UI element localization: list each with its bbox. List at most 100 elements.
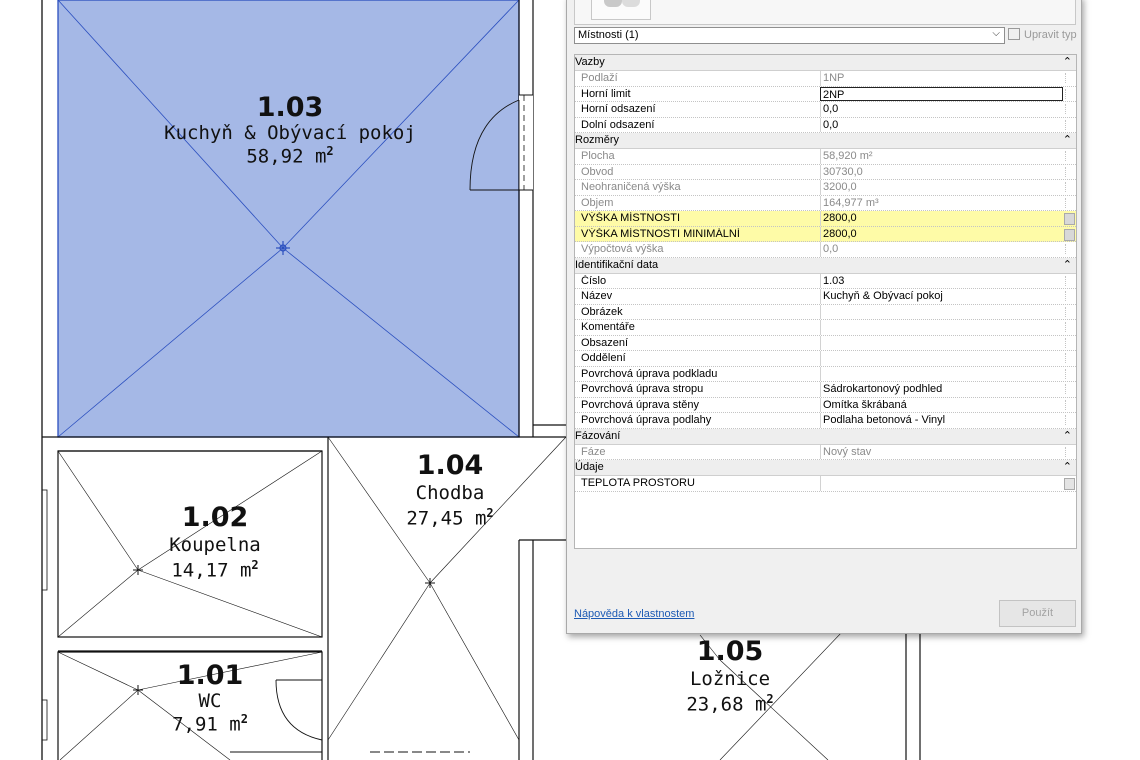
- property-value[interactable]: [820, 366, 1063, 381]
- property-row[interactable]: Povrchová úprava podkladu: [575, 366, 1076, 382]
- property-name: Neohraničená výška: [581, 181, 681, 193]
- room-1-03-shape[interactable]: [57, 0, 520, 438]
- property-row[interactable]: VÝŠKA MÍSTNOSTI MINIMÁLNÍ 2800,0: [575, 226, 1076, 242]
- collapse-icon[interactable]: ⌃: [1063, 133, 1072, 146]
- row-edge-marker: [1065, 197, 1075, 208]
- property-row[interactable]: Oddělení: [575, 351, 1076, 367]
- property-name: Oddělení: [581, 352, 626, 364]
- property-row[interactable]: Horní limit 2NP: [575, 86, 1076, 102]
- property-row[interactable]: Povrchová úprava stěny Omítka škrábaná: [575, 397, 1076, 413]
- room-label-1-03[interactable]: 1.03 Kuchyň & Obývací pokoj 58,92 m2: [160, 92, 420, 168]
- property-value[interactable]: 2800,0: [820, 226, 1063, 241]
- properties-grid[interactable]: Vazby ⌃ Podlaží 1NP Horní limit 2NP Horní odsa…: [574, 54, 1077, 549]
- property-row[interactable]: Název Kuchyň & Obývací pokoj: [575, 289, 1076, 305]
- collapse-icon[interactable]: ⌃: [1063, 55, 1072, 68]
- room-name: Koupelna: [169, 534, 261, 557]
- property-value[interactable]: 2800,0: [820, 211, 1063, 226]
- property-value[interactable]: 0,0: [820, 117, 1063, 132]
- collapse-icon[interactable]: ⌃: [1063, 460, 1072, 473]
- room-label-1-01[interactable]: 1.01 WC 7,91 m2: [150, 660, 270, 736]
- room-area: 23,68 m2: [686, 691, 774, 716]
- property-group-header[interactable]: Údaje ⌃: [575, 460, 1076, 476]
- row-edge-marker: [1065, 415, 1075, 425]
- property-name: Název: [581, 290, 613, 302]
- row-edge-marker: [1065, 399, 1075, 410]
- property-row[interactable]: Povrchová úprava podlahy Podlaha betonová…: [575, 413, 1076, 429]
- row-edge-marker: [1065, 244, 1075, 254]
- element-filter-label: Místnosti (1): [578, 29, 639, 41]
- property-value[interactable]: Podlaha betonová - Vinyl: [820, 413, 1063, 428]
- property-value[interactable]: 1.03: [820, 273, 1063, 288]
- row-edge-marker: [1065, 73, 1075, 83]
- property-name: Obvod: [581, 165, 614, 178]
- property-row[interactable]: Obrázek: [575, 304, 1076, 320]
- room-number: 1.03: [256, 92, 324, 123]
- property-group-header[interactable]: Fázování ⌃: [575, 428, 1076, 445]
- room-name: Ložnice: [689, 668, 771, 691]
- property-name: Objem: [581, 196, 614, 209]
- property-value: Nový stav: [820, 444, 1063, 459]
- property-value[interactable]: [820, 335, 1063, 350]
- property-value[interactable]: Sádrokartonový podhled: [820, 382, 1063, 397]
- property-name: VÝŠKA MÍSTNOSTI MINIMÁLNÍ: [581, 227, 740, 240]
- row-edge-marker: [1065, 353, 1075, 363]
- property-name: Obsazení: [581, 336, 629, 349]
- property-value[interactable]: [820, 304, 1063, 319]
- edit-type-icon: [1008, 28, 1020, 40]
- property-group-label: Fázování: [575, 429, 621, 442]
- property-name: Povrchová úprava stěny: [581, 398, 700, 411]
- property-row: Plocha 58,920 m²: [575, 149, 1076, 165]
- property-row[interactable]: VÝŠKA MÍSTNOSTI 2800,0: [575, 211, 1076, 227]
- property-value: 164,977 m³: [820, 195, 1063, 210]
- row-edge-marker: [1065, 446, 1075, 457]
- property-name: Obrázek: [581, 305, 623, 318]
- property-name: Plocha: [581, 150, 615, 162]
- property-value[interactable]: [820, 320, 1063, 335]
- property-row[interactable]: Číslo 1.03: [575, 273, 1076, 289]
- collapse-icon[interactable]: ⌃: [1063, 258, 1072, 271]
- property-name: TEPLOTA PROSTORU: [581, 477, 695, 489]
- type-preview: [574, 0, 1076, 25]
- row-edge-marker: [1065, 322, 1075, 332]
- property-value: 30730,0: [820, 164, 1063, 179]
- row-edge-marker: [1065, 337, 1075, 348]
- row-edge-marker: [1065, 151, 1075, 161]
- room-label-1-05[interactable]: 1.05 Ložnice 23,68 m2: [670, 636, 790, 716]
- row-edge-marker: [1065, 306, 1075, 317]
- property-group-header[interactable]: Vazby ⌃: [575, 55, 1076, 71]
- row-edge-marker: [1065, 368, 1075, 379]
- property-value[interactable]: Omítka škrábaná: [820, 397, 1063, 412]
- property-value[interactable]: 0,0: [820, 102, 1063, 117]
- edit-type-button[interactable]: Upravit typ: [1008, 28, 1077, 41]
- room-number: 1.05: [696, 636, 764, 667]
- property-row: Fáze Nový stav: [575, 444, 1076, 460]
- property-value[interactable]: Kuchyň & Obývací pokoj: [820, 289, 1063, 304]
- row-edge-marker: [1065, 119, 1075, 130]
- property-row[interactable]: Obsazení: [575, 335, 1076, 351]
- chevron-down-icon: ⌵: [992, 28, 1000, 39]
- room-label-1-04[interactable]: 1.04 Chodba 27,45 m2: [390, 450, 510, 530]
- apply-button[interactable]: Použít: [999, 600, 1076, 627]
- property-name: Povrchová úprava podkladu: [581, 367, 718, 380]
- property-row[interactable]: Komentáře: [575, 320, 1076, 336]
- collapse-icon[interactable]: ⌃: [1063, 429, 1072, 442]
- property-value[interactable]: [820, 351, 1063, 366]
- element-filter-dropdown[interactable]: Místnosti (1) ⌵: [574, 27, 1005, 44]
- property-row[interactable]: TEPLOTA PROSTORU: [575, 476, 1076, 492]
- property-value[interactable]: [820, 476, 1063, 491]
- property-row[interactable]: Horní odsazení 0,0: [575, 102, 1076, 118]
- property-group-header[interactable]: Rozměry ⌃: [575, 133, 1076, 149]
- properties-help-link[interactable]: Nápověda k vlastnostem: [574, 608, 694, 620]
- property-value[interactable]: 2NP: [820, 86, 1063, 101]
- row-edge-marker: [1065, 291, 1075, 301]
- property-name: Fáze: [581, 445, 606, 458]
- property-row: Výpočtová výška 0,0: [575, 242, 1076, 258]
- property-name: Číslo: [581, 274, 607, 287]
- room-area: 27,45 m2: [406, 505, 494, 530]
- property-name: Povrchová úprava podlahy: [581, 414, 712, 426]
- property-row[interactable]: Povrchová úprava stropu Sádrokartonový po…: [575, 382, 1076, 398]
- room-name: WC: [198, 690, 222, 713]
- property-row[interactable]: Dolní odsazení 0,0: [575, 117, 1076, 133]
- property-group-header[interactable]: Identifikační data ⌃: [575, 257, 1076, 274]
- room-label-1-02[interactable]: 1.02 Koupelna 14,17 m2: [150, 502, 280, 582]
